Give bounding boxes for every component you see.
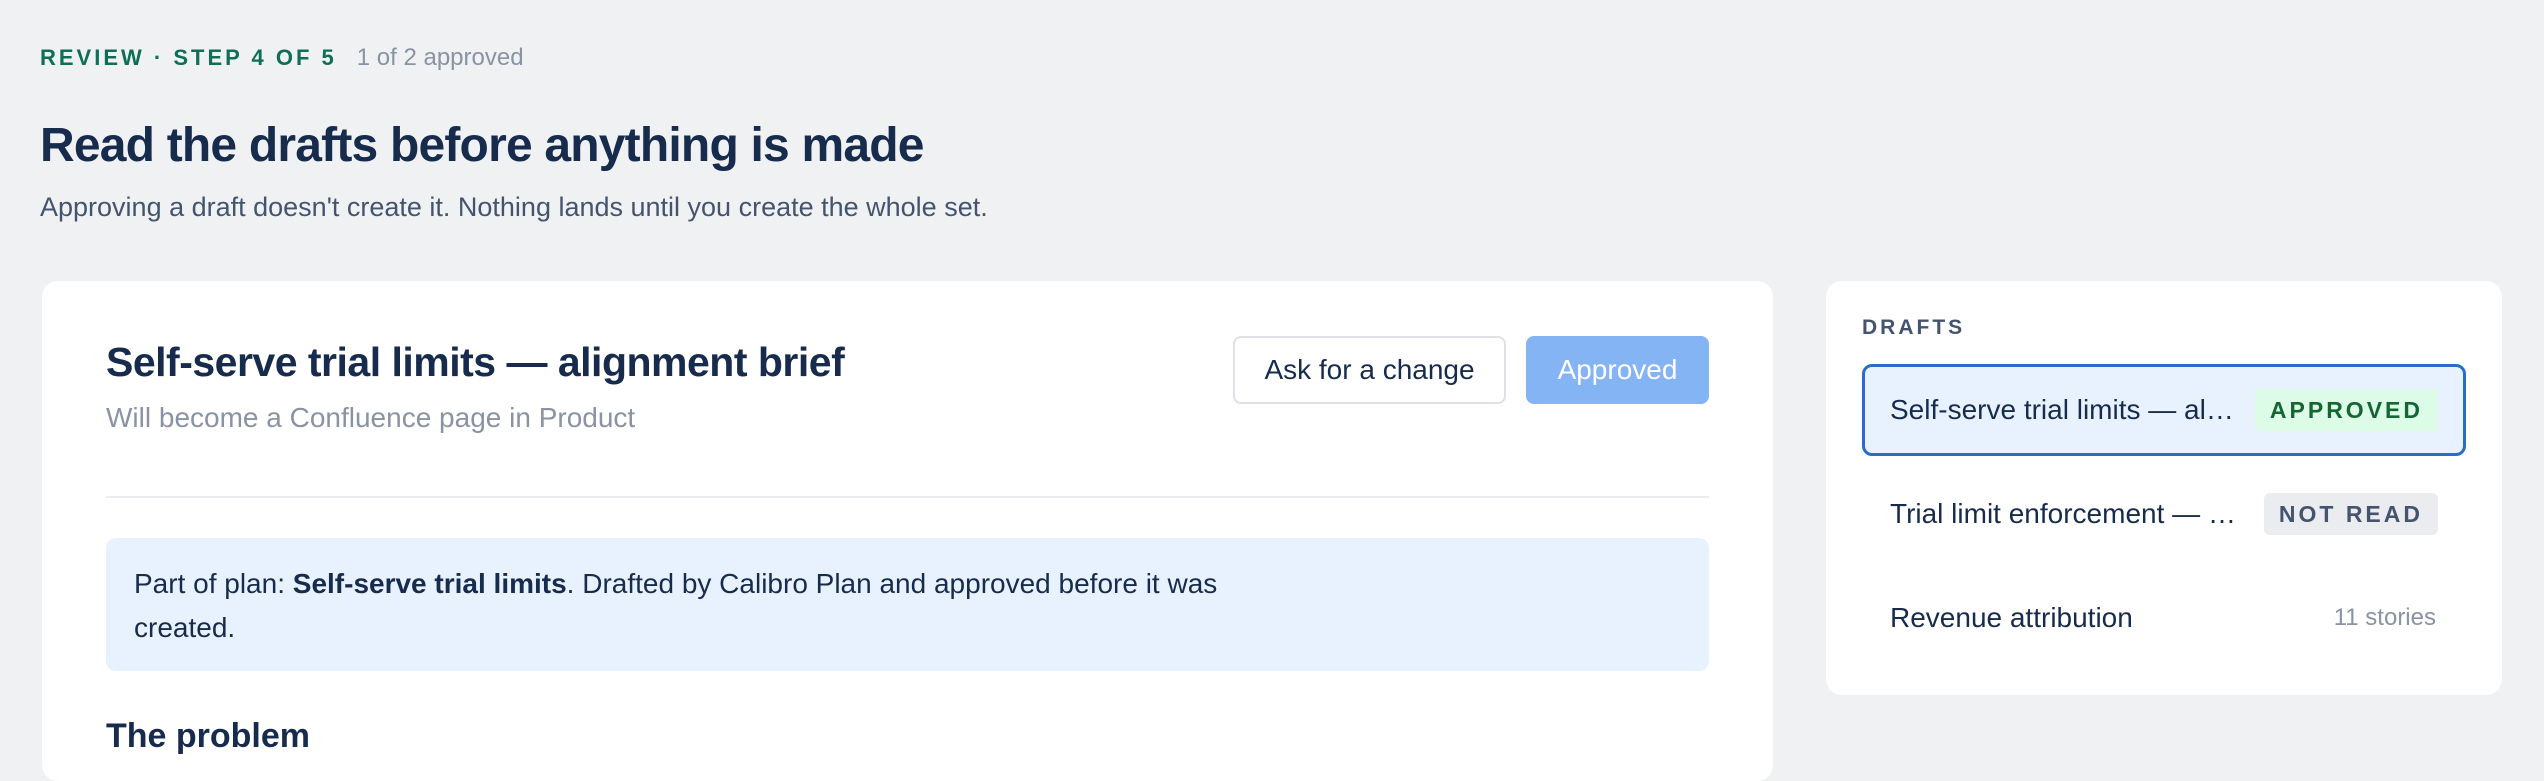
plan-notice: Part of plan: Self-serve trial limits. D… <box>106 538 1709 671</box>
plan-name: Self-serve trial limits <box>292 568 567 599</box>
drafts-panel: DRAFTS Self-serve trial limits — alignme… <box>1826 281 2502 695</box>
draft-item-name: Self-serve trial limits — alignment brie… <box>1890 394 2240 425</box>
draft-item-enforcement-tickets[interactable]: Trial limit enforcement — tickets NOT RE… <box>1862 468 2466 560</box>
page-title: Read the drafts before anything is made <box>40 119 924 172</box>
step-indicator: REVIEW · STEP 4 OF 5 1 of 2 approved <box>40 44 524 72</box>
story-count: 11 stories <box>2333 604 2436 631</box>
plan-notice-text: Part of plan: Self-serve trial limits. D… <box>134 562 1234 650</box>
draft-item-alignment-brief[interactable]: Self-serve trial limits — alignment brie… <box>1862 364 2466 456</box>
section-heading: The problem <box>106 717 311 755</box>
ask-for-change-button[interactable]: Ask for a change <box>1233 336 1506 404</box>
step-label: REVIEW · STEP 4 OF 5 <box>40 45 337 70</box>
approved-button[interactable]: Approved <box>1526 336 1709 404</box>
drafts-heading: DRAFTS <box>1862 316 1966 339</box>
approval-count: 1 of 2 approved <box>356 44 524 71</box>
draft-title: Self-serve trial limits — alignment brie… <box>106 339 845 385</box>
draft-item-name: Revenue attribution <box>1890 602 2133 633</box>
draft-destination: Will become a Confluence page in Product <box>106 402 636 433</box>
status-badge-not-read: NOT READ <box>2263 493 2438 535</box>
draft-item-name: Trial limit enforcement — tickets <box>1890 498 2240 529</box>
notice-prefix: Part of plan: <box>134 568 293 599</box>
status-badge-approved: APPROVED <box>2254 389 2438 431</box>
page-subtitle: Approving a draft doesn't create it. Not… <box>40 192 988 222</box>
draft-item-revenue-attribution[interactable]: Revenue attribution 11 stories <box>1862 572 2466 664</box>
divider <box>106 496 1709 498</box>
draft-preview-card: Self-serve trial limits — alignment brie… <box>42 281 1773 781</box>
